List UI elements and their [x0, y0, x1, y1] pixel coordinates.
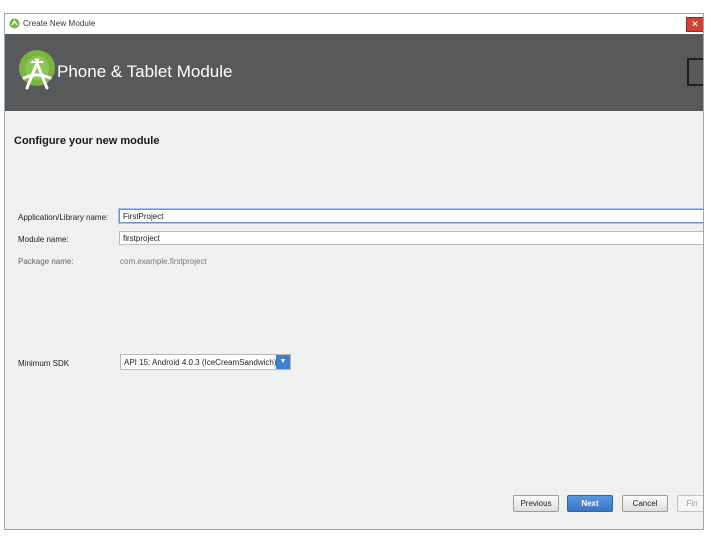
cancel-button[interactable]: Cancel: [622, 495, 668, 512]
chevron-down-icon[interactable]: ▼: [276, 355, 290, 369]
module-name-input[interactable]: firstproject: [119, 231, 703, 245]
title-bar: Create New Module ✕: [5, 14, 703, 35]
app-name-input[interactable]: FirstProject: [119, 209, 703, 223]
android-studio-logo-icon: [19, 50, 55, 90]
package-name-value: com.example.firstproject: [120, 257, 207, 266]
min-sdk-selected-value: API 15: Android 4.0.3 (IceCreamSandwich): [124, 358, 277, 367]
create-module-dialog: Create New Module ✕ Phone & Tablet Modul…: [4, 13, 704, 530]
app-name-label: Application/Library name:: [18, 213, 109, 222]
next-button[interactable]: Next: [567, 495, 613, 512]
finish-button[interactable]: Fin: [677, 495, 703, 512]
previous-button[interactable]: Previous: [513, 495, 559, 512]
banner-frame-decoration: [687, 58, 703, 86]
close-button[interactable]: ✕: [686, 17, 703, 32]
page-heading: Configure your new module: [14, 135, 160, 147]
android-icon: [9, 18, 20, 29]
banner-title: Phone & Tablet Module: [57, 62, 233, 81]
package-name-label: Package name:: [18, 257, 74, 266]
min-sdk-label: Minimum SDK: [18, 359, 70, 368]
header-banner: Phone & Tablet Module: [5, 34, 703, 111]
min-sdk-dropdown[interactable]: API 15: Android 4.0.3 (IceCreamSandwich)…: [120, 354, 291, 370]
window-title: Create New Module: [23, 19, 96, 28]
module-name-label: Module name:: [18, 235, 69, 244]
